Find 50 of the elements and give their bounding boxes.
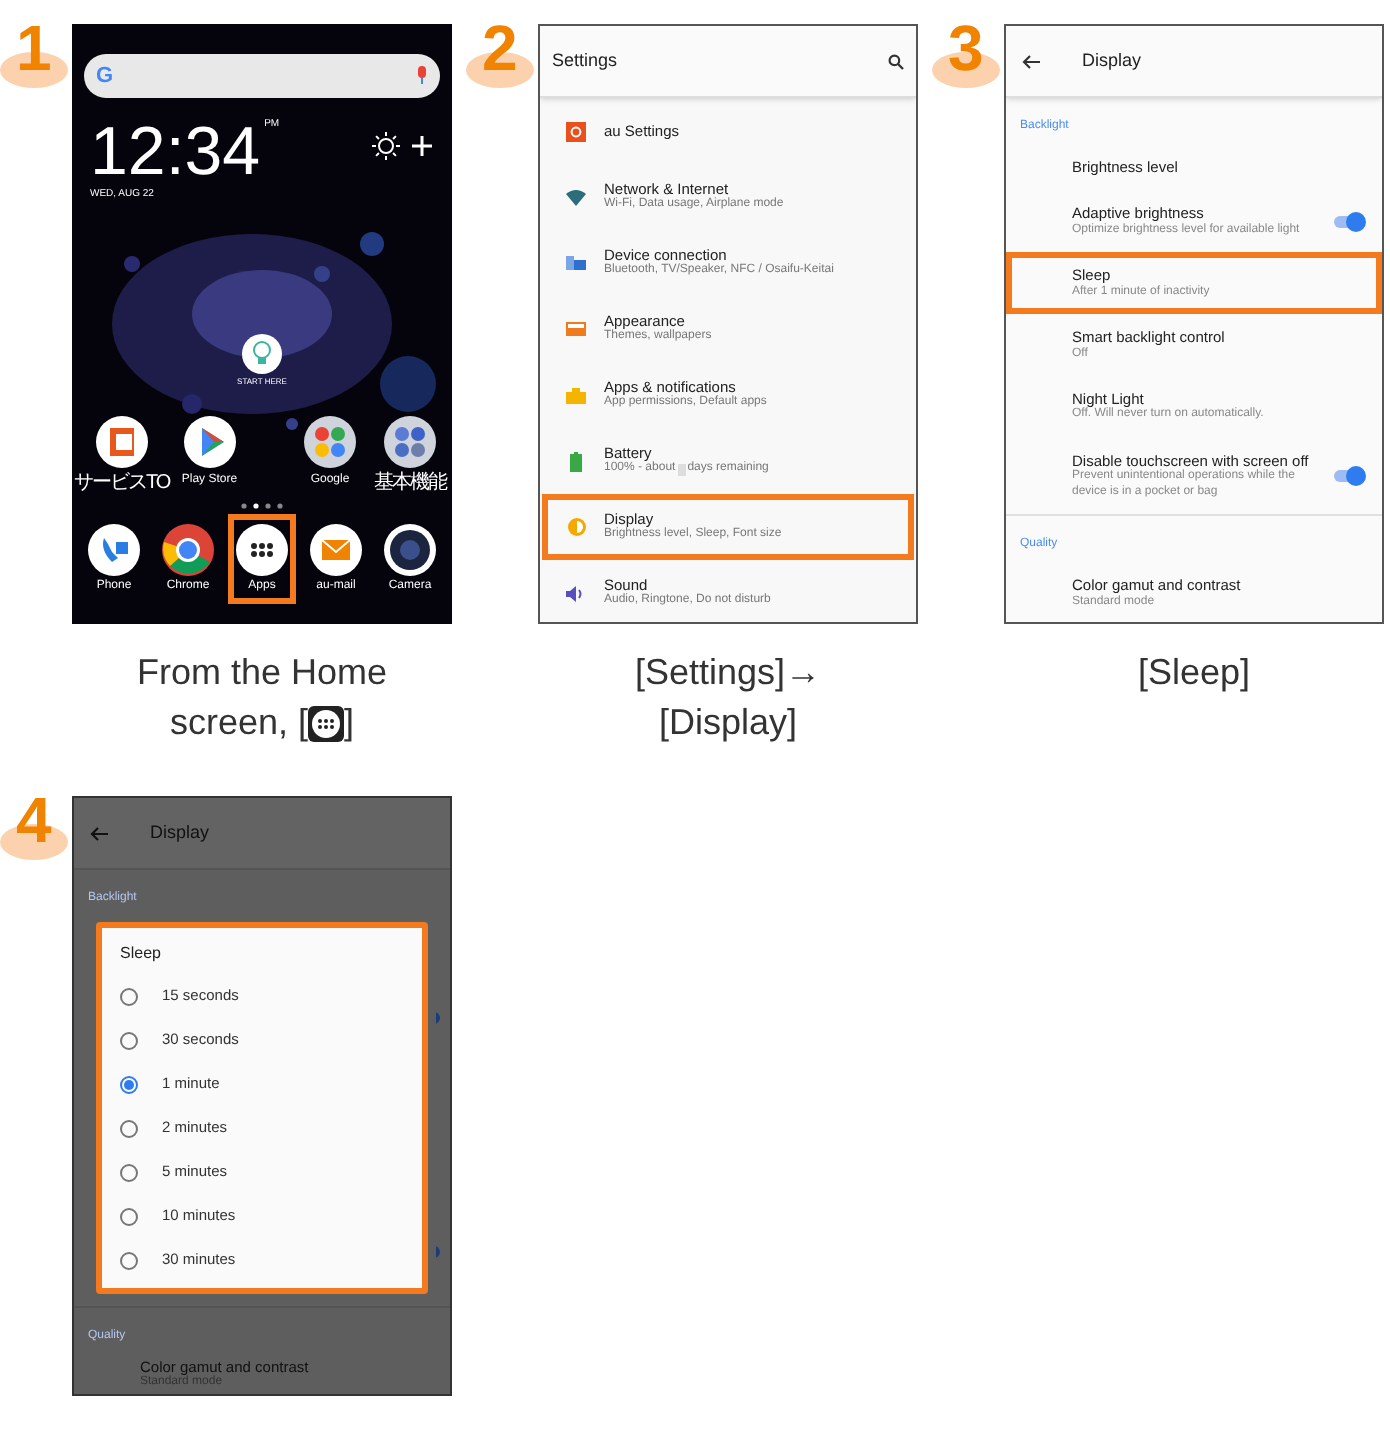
- screen-title: Display: [150, 819, 210, 846]
- radio-button[interactable]: [120, 1163, 138, 1181]
- radio-button[interactable]: [120, 1119, 138, 1137]
- caption-text: [Display]: [658, 700, 798, 746]
- screen-title: Settings: [552, 47, 618, 74]
- sun-plus-icon: [370, 130, 434, 162]
- step-number: 3: [948, 16, 984, 80]
- blank-mark: [677, 464, 686, 477]
- step-number: 4: [16, 788, 52, 852]
- toggle-switch[interactable]: [1334, 470, 1362, 483]
- phone-icon: [88, 523, 140, 575]
- caption-text: From the Home: [136, 650, 388, 696]
- search-icon[interactable]: [888, 53, 904, 69]
- door-icon: [95, 415, 148, 467]
- folder-icon: [384, 415, 436, 467]
- apps-grid-icon: [308, 705, 344, 741]
- clock-time: 12:34: [90, 118, 261, 186]
- gear-icon: [566, 121, 586, 141]
- apps-grid-icon: [236, 523, 288, 575]
- radio-button[interactable]: [120, 987, 138, 1005]
- envelope-icon: [310, 523, 362, 575]
- lightbulb-icon: [242, 333, 282, 373]
- speaker-icon: [566, 585, 586, 601]
- caption-text: screen, [: [169, 700, 308, 746]
- microphone-icon: [416, 66, 428, 86]
- radio-button[interactable]: [120, 1207, 138, 1225]
- dialog-title: Sleep: [118, 942, 163, 966]
- app-label[interactable]: 基本機能: [374, 467, 446, 497]
- step-number: 1: [16, 16, 52, 80]
- caption-text: [Sleep]: [1137, 650, 1251, 696]
- battery-icon: [570, 451, 582, 471]
- folder-icon: [304, 415, 356, 467]
- apps-icon: [566, 387, 586, 403]
- radio-button[interactable]: [120, 1075, 138, 1093]
- wallpaper-icon: [566, 322, 586, 336]
- camera-lens-icon: [384, 523, 436, 575]
- caption-text: [Settings]→: [634, 650, 822, 696]
- caption-text: ]: [344, 700, 355, 746]
- back-arrow-icon[interactable]: [1022, 53, 1040, 69]
- radio-button[interactable]: [120, 1251, 138, 1269]
- step-number: 2: [482, 16, 518, 80]
- chrome-wheel-icon: [162, 523, 214, 575]
- app-label[interactable]: サービスTO: [74, 467, 170, 497]
- wifi-icon: [566, 189, 586, 205]
- toggle-switch[interactable]: [1334, 215, 1362, 228]
- devices-icon: [566, 255, 586, 271]
- brightness-icon: [567, 518, 585, 536]
- screen-title: Display: [1082, 47, 1142, 74]
- radio-button[interactable]: [120, 1031, 138, 1049]
- page-indicator-dots: [240, 501, 284, 509]
